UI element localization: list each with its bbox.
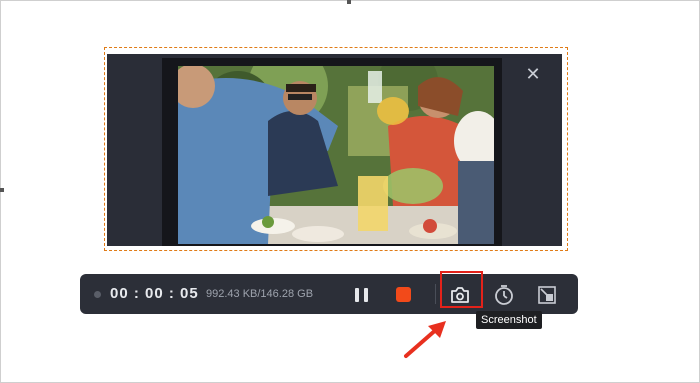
pointer-arrow-icon: [404, 321, 446, 358]
screenshot-tooltip: Screenshot: [476, 311, 542, 329]
timer-icon: [495, 285, 513, 305]
file-size-readout: 992.43 KB/146.28 GB: [206, 288, 314, 300]
video-frame-image: [178, 66, 494, 244]
stop-button[interactable]: [391, 282, 417, 308]
pause-button[interactable]: [349, 282, 375, 308]
resize-handle-top[interactable]: [347, 0, 351, 4]
stop-icon: [396, 287, 411, 302]
schedule-button[interactable]: [491, 282, 517, 308]
minimize-button[interactable]: [534, 282, 560, 308]
recording-timer: 00 : 00 : 05: [110, 285, 199, 302]
toolbar-divider: [435, 284, 436, 304]
resize-handle-left[interactable]: [0, 188, 4, 192]
recording-indicator-icon: [94, 291, 101, 298]
minimize-icon: [538, 286, 556, 304]
recorder-toolbar: 00 : 00 : 05 992.43 KB/146.28 GB: [80, 274, 578, 314]
party-scene-image: [178, 66, 494, 244]
screenshot-button-highlight: [440, 271, 483, 308]
close-icon[interactable]: ✕: [524, 66, 542, 84]
